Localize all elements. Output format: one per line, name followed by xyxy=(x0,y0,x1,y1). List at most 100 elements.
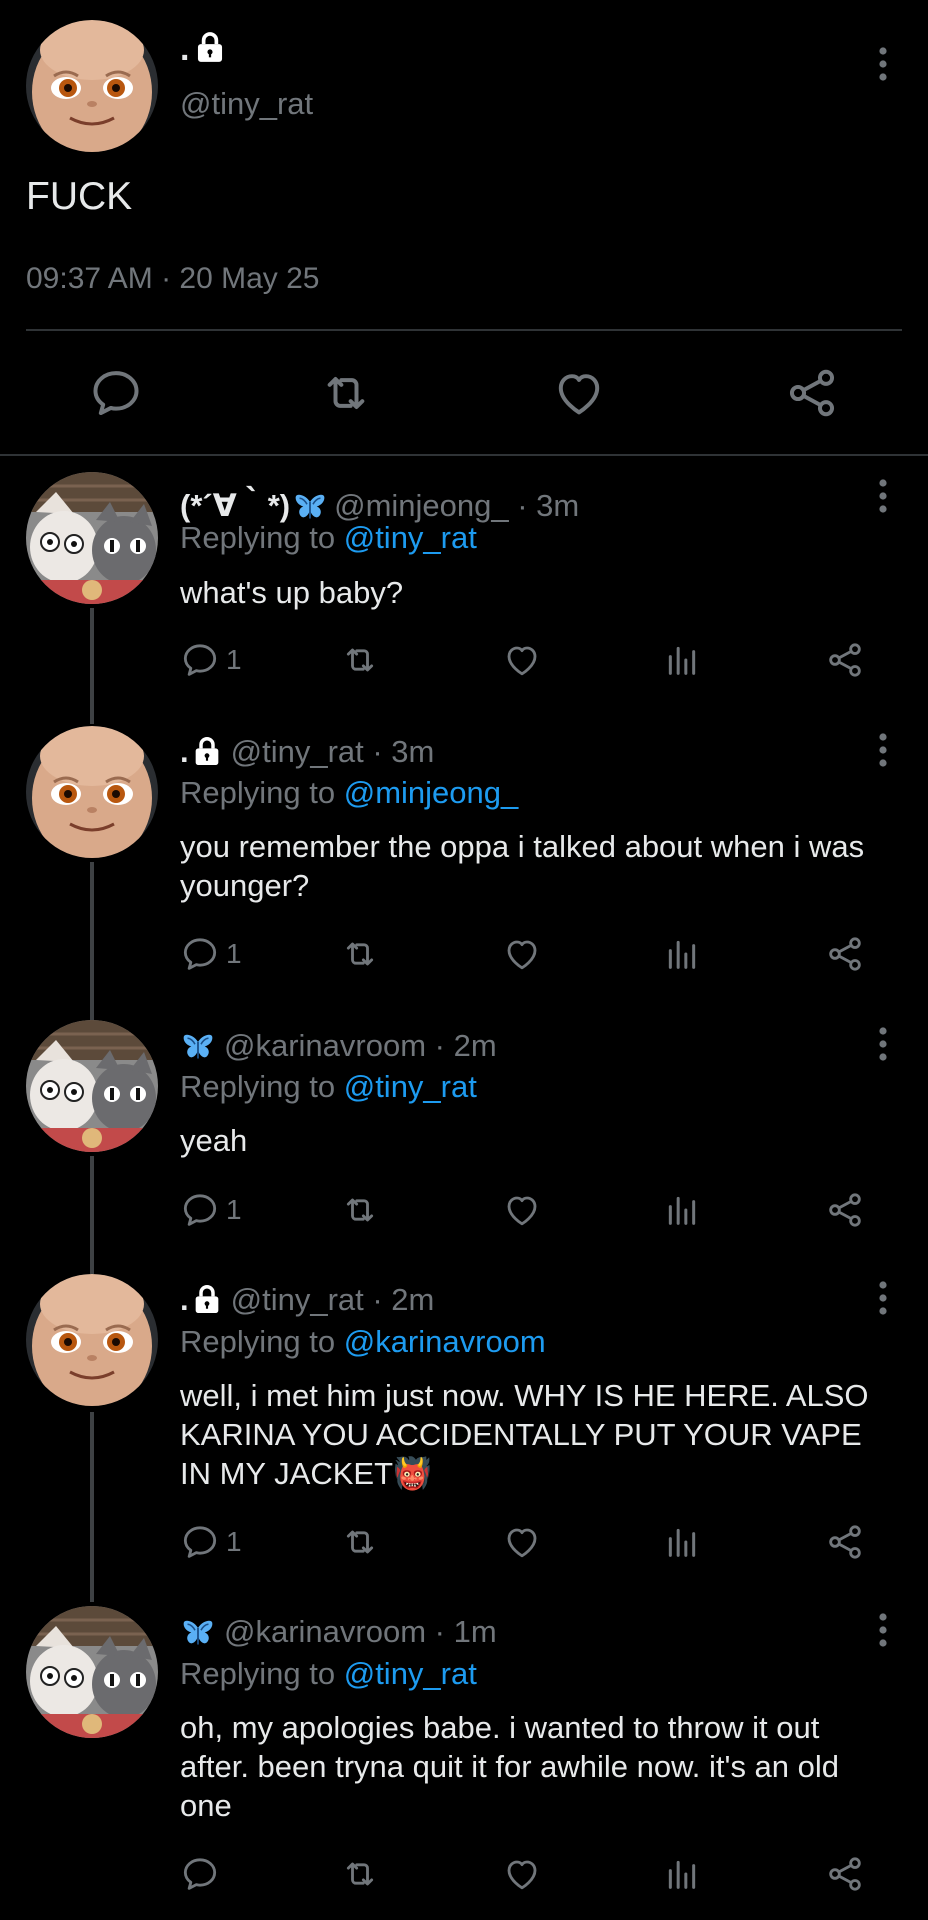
divider xyxy=(0,454,928,456)
retweet-icon[interactable] xyxy=(340,640,380,680)
mention-link[interactable]: @minjeong_ xyxy=(344,775,519,810)
thread-line xyxy=(90,1412,94,1602)
handle-text: @tiny_rat · 2m xyxy=(230,1282,435,1317)
share-icon[interactable] xyxy=(825,1522,865,1562)
retweet-icon[interactable] xyxy=(340,1522,380,1562)
avatar-tiny-rat[interactable] xyxy=(26,726,158,858)
reply-header[interactable]: @karinavroom · 2m xyxy=(180,1028,497,1066)
more-vertical-icon[interactable] xyxy=(876,46,890,82)
heart-icon[interactable] xyxy=(502,934,542,974)
reply-actions: 1 xyxy=(180,934,880,978)
avatar-karinavroom[interactable] xyxy=(26,1020,158,1152)
reply-header[interactable]: . @tiny_rat · 3m xyxy=(180,734,434,770)
reply-count: 1 xyxy=(226,1526,242,1557)
display-name-text: . xyxy=(180,30,190,68)
mention-link[interactable]: @karinavroom xyxy=(344,1324,546,1359)
heart-icon[interactable] xyxy=(502,1854,542,1894)
replying-prefix: Replying to xyxy=(180,1069,344,1104)
author-handle[interactable]: @tiny_rat xyxy=(180,86,313,122)
more-vertical-icon[interactable] xyxy=(876,732,890,768)
post-timestamp[interactable]: 09:37 AM · 20 May 25 xyxy=(26,262,320,296)
heart-icon[interactable] xyxy=(502,1190,542,1230)
reply-button[interactable]: 1 xyxy=(180,1522,242,1562)
more-vertical-icon[interactable] xyxy=(876,1612,890,1648)
display-name-text: . xyxy=(180,1282,189,1317)
avatar-tiny-rat[interactable] xyxy=(26,20,158,152)
replying-prefix: Replying to xyxy=(180,1324,344,1359)
heart-icon[interactable] xyxy=(551,365,607,421)
reply-button[interactable]: 1 xyxy=(180,1190,242,1230)
reply-actions xyxy=(180,1854,880,1898)
share-icon[interactable] xyxy=(784,365,840,421)
reply-header[interactable]: . @tiny_rat · 2m xyxy=(180,1282,434,1318)
reply-count: 1 xyxy=(226,644,242,675)
reply-text: you remember the oppa i talked about whe… xyxy=(180,829,865,903)
reply-count: 1 xyxy=(226,938,242,969)
lock-icon xyxy=(191,1283,223,1315)
retweet-icon[interactable] xyxy=(340,1190,380,1230)
avatar-karinavroom[interactable] xyxy=(26,1606,158,1738)
display-name-text: (*´∀｀*) xyxy=(180,488,291,523)
handle-text: @minjeong_ · 3m xyxy=(334,488,580,523)
divider xyxy=(26,329,902,331)
avatar-image xyxy=(26,20,158,152)
handle-text: @tiny_rat · 3m xyxy=(230,734,435,769)
retweet-icon[interactable] xyxy=(340,934,380,974)
views-icon[interactable] xyxy=(662,640,702,680)
reply-icon xyxy=(180,934,220,974)
replying-prefix: Replying to xyxy=(180,520,344,555)
heart-icon[interactable] xyxy=(502,640,542,680)
lock-icon xyxy=(193,30,227,64)
reply-text: oh, my apologies babe. i wanted to throw… xyxy=(180,1710,840,1823)
reply-icon xyxy=(180,1190,220,1230)
handle-text: @karinavroom · 1m xyxy=(224,1614,497,1649)
butterfly-icon xyxy=(180,1030,216,1066)
reply-icon[interactable] xyxy=(88,365,144,421)
share-icon[interactable] xyxy=(825,934,865,974)
replying-to: Replying to @tiny_rat xyxy=(180,520,477,556)
replying-prefix: Replying to xyxy=(180,1656,344,1691)
reply-button[interactable]: 1 xyxy=(180,934,242,974)
reply-actions: 1 xyxy=(180,1522,880,1566)
reply-actions: 1 xyxy=(180,1190,880,1234)
retweet-icon[interactable] xyxy=(318,365,374,421)
reply-header[interactable]: @karinavroom · 1m xyxy=(180,1614,497,1652)
reply-icon xyxy=(180,640,220,680)
handle-text: @karinavroom · 2m xyxy=(224,1028,497,1063)
mention-link[interactable]: @tiny_rat xyxy=(344,1656,477,1691)
author-display-name[interactable]: . xyxy=(180,30,227,69)
avatar-minjeong[interactable] xyxy=(26,472,158,604)
views-icon[interactable] xyxy=(662,1522,702,1562)
mention-link[interactable]: @tiny_rat xyxy=(344,1069,477,1104)
avatar-tiny-rat[interactable] xyxy=(26,1274,158,1406)
main-actions xyxy=(0,365,928,421)
reply-icon xyxy=(180,1522,220,1562)
share-icon[interactable] xyxy=(825,640,865,680)
reply-actions: 1 xyxy=(180,640,880,684)
views-icon[interactable] xyxy=(662,1854,702,1894)
reply-header[interactable]: (*´∀｀*) @minjeong_ · 3m xyxy=(180,480,579,526)
mention-link[interactable]: @tiny_rat xyxy=(344,520,477,555)
reply-text: what's up baby? xyxy=(180,575,404,610)
views-icon[interactable] xyxy=(662,934,702,974)
more-vertical-icon[interactable] xyxy=(876,1026,890,1062)
thread-line xyxy=(90,1156,94,1274)
reply-button[interactable] xyxy=(180,1854,226,1894)
reply-count: 1 xyxy=(226,1194,242,1225)
share-icon[interactable] xyxy=(825,1190,865,1230)
heart-icon[interactable] xyxy=(502,1522,542,1562)
replying-prefix: Replying to xyxy=(180,775,344,810)
thread-line xyxy=(90,862,94,1020)
replying-to: Replying to @karinavroom xyxy=(180,1324,546,1360)
reply-button[interactable]: 1 xyxy=(180,640,242,680)
reply-text: yeah xyxy=(180,1123,248,1158)
share-icon[interactable] xyxy=(825,1854,865,1894)
post-text: FUCK xyxy=(26,175,133,218)
retweet-icon[interactable] xyxy=(340,1854,380,1894)
display-name-text: . xyxy=(180,734,189,769)
more-vertical-icon[interactable] xyxy=(876,1280,890,1316)
views-icon[interactable] xyxy=(662,1190,702,1230)
replying-to: Replying to @minjeong_ xyxy=(180,775,518,811)
more-vertical-icon[interactable] xyxy=(876,478,890,514)
replying-to: Replying to @tiny_rat xyxy=(180,1069,477,1105)
